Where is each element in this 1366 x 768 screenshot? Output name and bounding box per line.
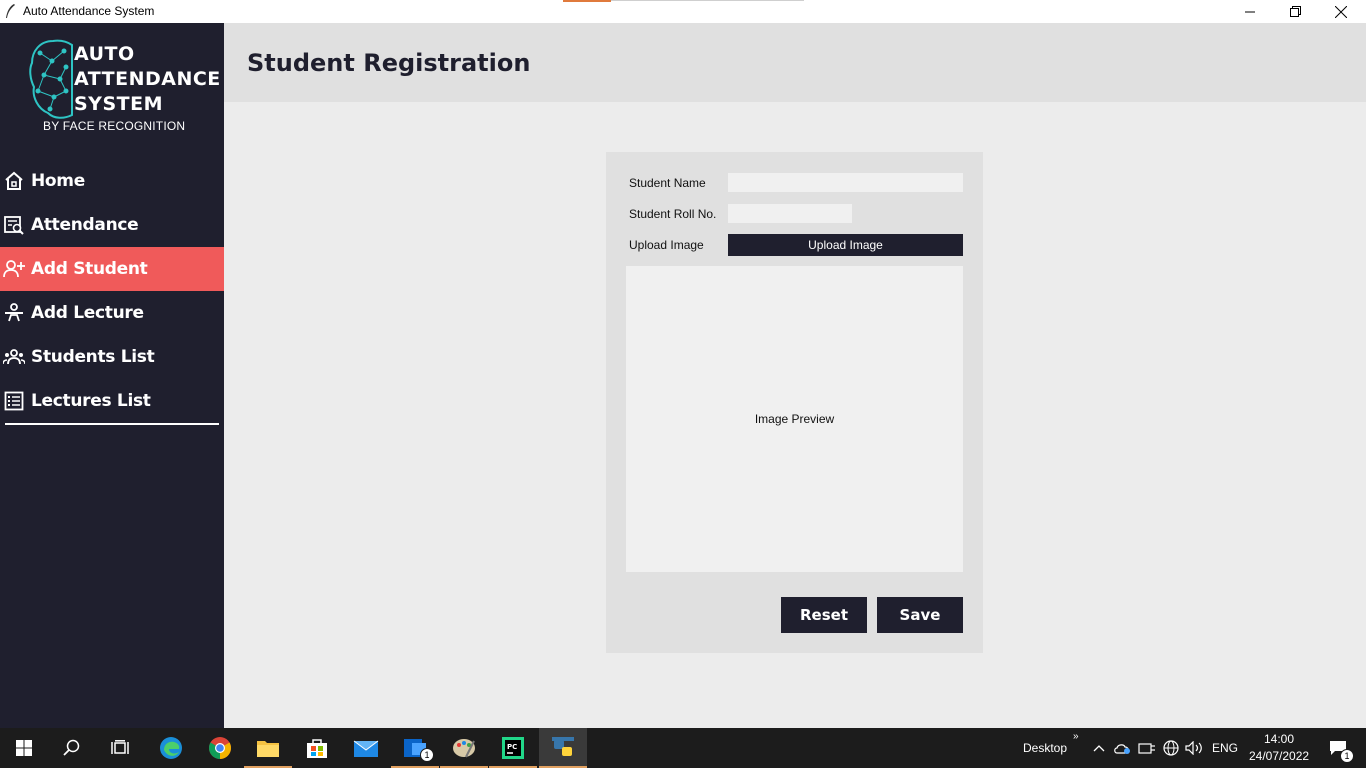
toolbar-overflow-icon[interactable]: »	[1073, 731, 1079, 742]
list-icon	[3, 390, 25, 412]
desktop-toolbar-label[interactable]: Desktop	[1023, 741, 1067, 755]
group-icon	[3, 346, 25, 368]
speaker-icon	[1185, 741, 1202, 755]
upload-image-label: Upload Image	[629, 238, 704, 252]
folder-icon	[257, 741, 279, 757]
feather-icon	[6, 4, 15, 18]
minimize-button[interactable]	[1227, 0, 1273, 23]
clock-time[interactable]: 14:00	[1264, 732, 1294, 746]
student-roll-label: Student Roll No.	[629, 207, 717, 221]
sidebar-item-lectures-list[interactable]: Lectures List	[0, 379, 224, 423]
title-accent	[563, 0, 611, 2]
save-button[interactable]: Save	[877, 597, 963, 633]
logo-title: AUTO ATTENDANCE SYSTEM	[74, 42, 221, 117]
python-taskbar-button[interactable]	[539, 728, 587, 768]
sidebar-item-label: Add Student	[31, 259, 148, 279]
brain-network-icon	[29, 39, 73, 119]
reset-button[interactable]: Reset	[781, 597, 867, 633]
sidebar-item-add-student[interactable]: Add Student	[0, 247, 224, 291]
image-preview-text: Image Preview	[754, 412, 835, 426]
palette-icon	[453, 739, 475, 758]
battery-plug-icon	[1138, 743, 1155, 754]
start-button[interactable]	[0, 728, 48, 768]
sidebar-item-label: Lectures List	[31, 391, 151, 411]
page-title: Student Registration	[247, 49, 531, 77]
window-title: Auto Attendance System	[23, 4, 155, 18]
show-hidden-icons-button[interactable]	[1088, 728, 1110, 768]
globe-icon	[1163, 740, 1179, 756]
add-user-icon	[3, 258, 25, 280]
outlook-taskbar-button[interactable]: 1	[391, 728, 439, 768]
registration-form: Student Name Student Roll No. Upload Ima…	[606, 152, 983, 653]
chevron-up-icon	[1093, 745, 1105, 752]
clock-date[interactable]: 24/07/2022	[1249, 749, 1309, 763]
minimize-icon	[1245, 11, 1255, 12]
sidebar-divider	[5, 423, 219, 425]
sidebar-item-label: Students List	[31, 347, 155, 367]
mail-icon	[353, 740, 379, 757]
task-view-icon	[111, 740, 129, 754]
volume-tray-button[interactable]	[1183, 728, 1205, 768]
paint-taskbar-button[interactable]	[440, 728, 488, 768]
sidebar-item-attendance[interactable]: Attendance	[0, 203, 224, 247]
svg-text:PC: PC	[507, 743, 517, 751]
student-name-label: Student Name	[629, 176, 706, 190]
app-logo: AUTO ATTENDANCE SYSTEM BY FACE RECOGNITI…	[28, 39, 220, 135]
logo-line-2: ATTENDANCE	[74, 68, 221, 90]
home-icon	[3, 170, 25, 192]
edge-taskbar-button[interactable]	[147, 728, 195, 768]
logo-line-1: AUTO	[74, 43, 135, 65]
onedrive-tray-button[interactable]	[1112, 728, 1134, 768]
search-icon	[63, 739, 80, 756]
mail-taskbar-button[interactable]	[342, 728, 390, 768]
close-icon	[1335, 5, 1347, 18]
pycharm-icon: PC	[502, 737, 524, 759]
student-roll-field[interactable]	[728, 204, 852, 223]
mail-badge: 1	[420, 748, 434, 762]
windows-icon	[16, 740, 32, 756]
pycharm-taskbar-button[interactable]: PC	[489, 728, 537, 768]
image-preview: Image Preview	[626, 266, 963, 572]
title-accent-line	[611, 0, 804, 1]
sidebar: AUTO ATTENDANCE SYSTEM BY FACE RECOGNITI…	[0, 23, 224, 728]
cloud-sync-icon	[1114, 744, 1130, 754]
sidebar-item-label: Add Lecture	[31, 303, 144, 323]
close-button[interactable]	[1318, 0, 1364, 23]
restore-button[interactable]	[1272, 0, 1318, 23]
task-view-button[interactable]	[96, 728, 144, 768]
restore-icon	[1289, 6, 1301, 17]
language-indicator[interactable]: ENG	[1212, 741, 1238, 755]
sidebar-item-label: Attendance	[31, 215, 139, 235]
store-icon	[307, 739, 327, 758]
edge-icon	[160, 737, 182, 759]
attendance-search-icon	[3, 214, 25, 236]
power-tray-button[interactable]	[1136, 728, 1158, 768]
sidebar-item-home[interactable]: Home	[0, 159, 224, 203]
logo-line-3: SYSTEM	[74, 93, 163, 115]
file-explorer-taskbar-button[interactable]	[244, 728, 292, 768]
taskbar-search-button[interactable]	[48, 728, 96, 768]
store-taskbar-button[interactable]	[293, 728, 341, 768]
chrome-taskbar-button[interactable]	[196, 728, 244, 768]
sidebar-item-label: Home	[31, 171, 85, 191]
notification-badge: 1	[1340, 749, 1354, 763]
python-icon	[552, 737, 574, 756]
action-center-button[interactable]: 1	[1318, 728, 1358, 768]
window-titlebar: Auto Attendance System	[0, 0, 1366, 23]
network-tray-button[interactable]	[1160, 728, 1182, 768]
taskbar: 1 PC Desktop » ENG 14:00 24/07/2022 1	[0, 728, 1366, 768]
sidebar-item-students-list[interactable]: Students List	[0, 335, 224, 379]
logo-subtitle: BY FACE RECOGNITION	[43, 119, 186, 133]
page-header: Student Registration	[224, 23, 1366, 102]
lecture-icon	[3, 302, 25, 324]
student-name-field[interactable]	[728, 173, 963, 192]
sidebar-item-add-lecture[interactable]: Add Lecture	[0, 291, 224, 335]
chrome-icon	[209, 737, 231, 759]
upload-image-button[interactable]: Upload Image	[728, 234, 963, 256]
